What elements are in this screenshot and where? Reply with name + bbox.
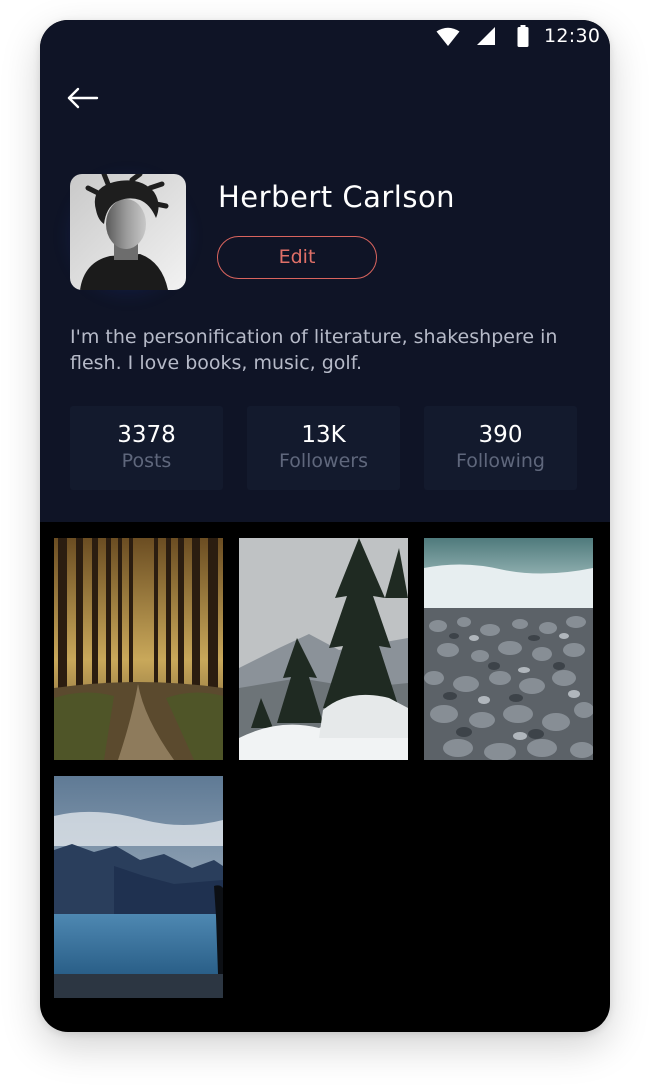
edit-profile-button[interactable]: Edit xyxy=(217,236,377,279)
status-time: 12:30 xyxy=(544,25,601,47)
stat-label: Following xyxy=(456,450,545,472)
stat-posts[interactable]: 3378 Posts xyxy=(70,406,223,490)
profile-header: 12:30 Herbert Carlson Edit I'm the perso… xyxy=(40,20,610,522)
back-arrow-icon[interactable] xyxy=(66,86,100,110)
profile-name: Herbert Carlson xyxy=(218,180,456,214)
avatar[interactable] xyxy=(70,174,186,290)
phone-screen: 12:30 Herbert Carlson Edit I'm the perso… xyxy=(40,20,610,1032)
wifi-icon xyxy=(436,27,460,46)
stat-following[interactable]: 390 Following xyxy=(424,406,577,490)
gallery-photo-snowy-pines[interactable] xyxy=(239,538,408,760)
stat-followers[interactable]: 13K Followers xyxy=(247,406,400,490)
gallery-photo-mountain-lake[interactable] xyxy=(54,776,223,998)
stat-value: 3378 xyxy=(117,422,176,448)
battery-icon xyxy=(517,25,529,47)
stat-value: 13K xyxy=(301,422,346,448)
gallery-photo-forest[interactable] xyxy=(54,538,223,760)
stat-label: Posts xyxy=(121,450,172,472)
profile-bio: I'm the personification of literature, s… xyxy=(70,326,558,374)
stat-label: Followers xyxy=(279,450,368,472)
status-bar: 12:30 xyxy=(40,20,610,54)
stat-value: 390 xyxy=(478,422,523,448)
gallery-photo-pebbles[interactable] xyxy=(424,538,593,760)
cellular-signal-icon xyxy=(477,27,495,45)
